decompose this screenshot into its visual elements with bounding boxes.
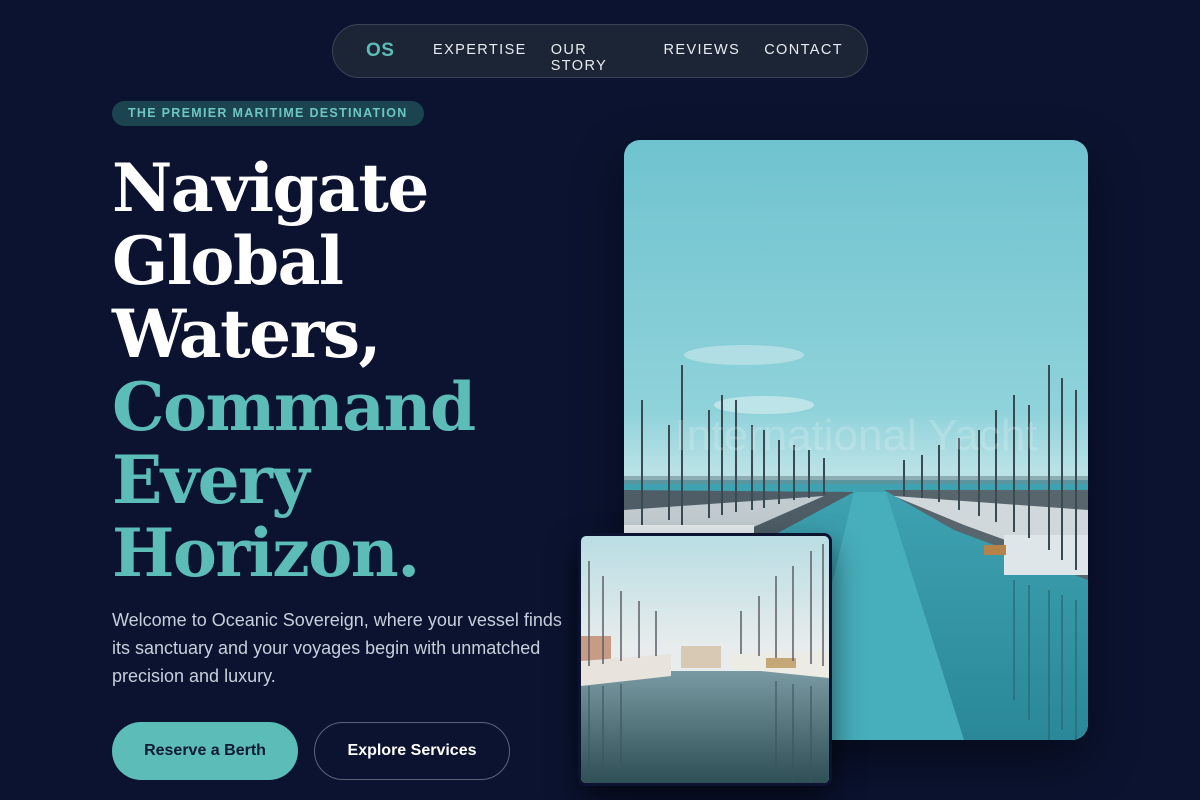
- nav-link-expertise[interactable]: EXPERTISE: [433, 42, 527, 74]
- hero-headline: Navigate Global Waters, Command Every Ho…: [112, 152, 582, 590]
- nav-link-contact[interactable]: CONTACT: [764, 42, 843, 74]
- headline-line: Global: [112, 222, 344, 300]
- marina-secondary-image: [578, 533, 832, 786]
- headline-line-accent: Horizon.: [112, 514, 420, 592]
- headline-line: Waters,: [112, 295, 382, 373]
- nav-logo[interactable]: OS: [366, 40, 394, 62]
- headline-line: Navigate: [112, 149, 429, 227]
- image-watermark: International Yacht: [675, 411, 1038, 460]
- nav-links: EXPERTISE OUR STORY REVIEWS CONTACT: [433, 42, 867, 74]
- reserve-berth-button[interactable]: Reserve a Berth: [112, 722, 298, 780]
- top-navigation: OS EXPERTISE OUR STORY REVIEWS CONTACT: [332, 24, 868, 78]
- hero-badge: THE PREMIER MARITIME DESTINATION: [112, 101, 424, 126]
- nav-link-our-story[interactable]: OUR STORY: [551, 42, 640, 74]
- headline-line-accent: Command: [112, 368, 476, 446]
- explore-services-button[interactable]: Explore Services: [314, 722, 510, 780]
- nav-link-reviews[interactable]: REVIEWS: [664, 42, 741, 74]
- hero-intro-text: Welcome to Oceanic Sovereign, where your…: [112, 610, 562, 686]
- headline-line-accent: Every: [112, 441, 310, 519]
